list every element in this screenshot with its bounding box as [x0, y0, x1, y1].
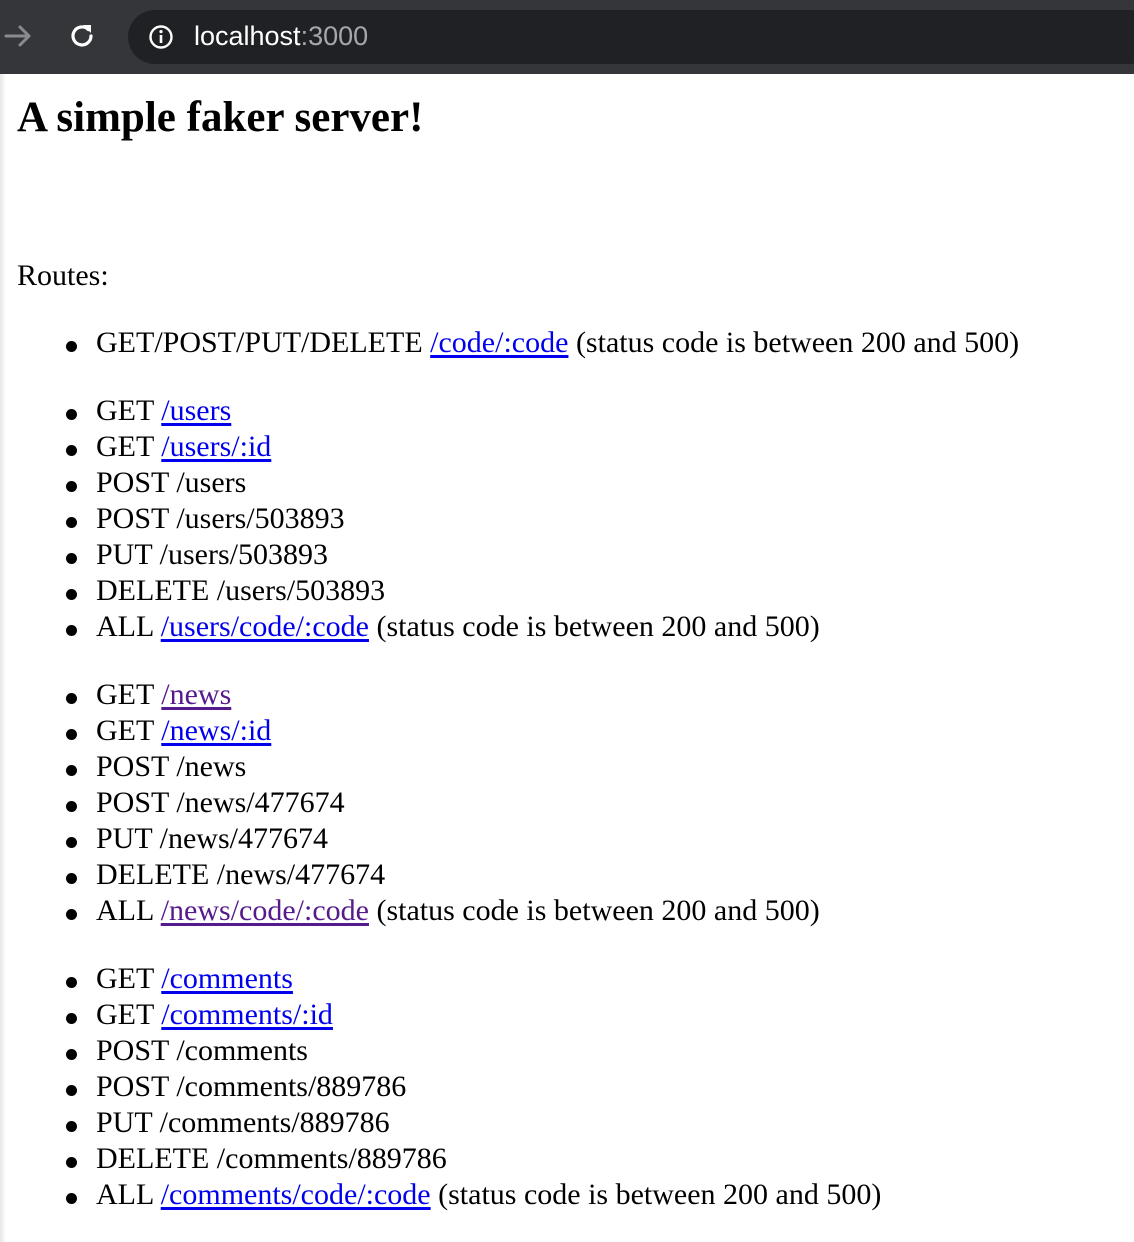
route-method: PUT /comments/889786	[96, 1106, 390, 1139]
route-note: (status code is between 200 and 500)	[568, 326, 1020, 359]
page-shadow-edge	[0, 74, 6, 1242]
route-item: GET /users/:id	[66, 429, 820, 465]
route-item: PUT /news/477674	[66, 821, 820, 857]
route-method: POST /news	[96, 750, 247, 783]
route-link[interactable]: /news/:id	[161, 714, 271, 747]
route-method: DELETE /users/503893	[96, 574, 386, 607]
route-item: GET/POST/PUT/DELETE /code/:code (status …	[65, 325, 1020, 361]
arrow-right-icon	[4, 25, 31, 47]
url-host: localhost	[194, 21, 301, 51]
forward-button[interactable]	[0, 18, 36, 54]
route-list-comments: GET /comments GET /comments/:id POST /comm…	[17, 961, 881, 1213]
route-method: DELETE /comments/889786	[96, 1142, 447, 1175]
route-item: ALL /comments/code/:code (status code is…	[65, 1177, 882, 1213]
page-title: A simple faker server!	[17, 94, 424, 141]
route-method: PUT /users/503893	[96, 538, 328, 571]
info-icon[interactable]	[148, 24, 174, 50]
route-link[interactable]: /news	[161, 678, 231, 711]
route-item: POST /news	[66, 749, 820, 785]
route-link[interactable]: /comments	[161, 962, 293, 995]
route-method: POST /users	[96, 466, 247, 499]
route-link[interactable]: /code/:code	[430, 326, 568, 359]
route-item: POST /users	[66, 465, 820, 501]
routes-label: Routes:	[17, 259, 109, 292]
route-method: PUT /news/477674	[96, 822, 328, 855]
route-method: POST /comments/889786	[96, 1070, 407, 1103]
route-link[interactable]: /users	[161, 394, 231, 427]
url-port: :3000	[300, 21, 369, 51]
route-method: ALL	[96, 610, 161, 643]
address-bar[interactable]: localhost:3000	[128, 10, 1134, 64]
route-item: PUT /comments/889786	[65, 1105, 881, 1141]
route-link[interactable]: /news/code/:code	[161, 894, 369, 927]
route-method: POST /users/503893	[96, 502, 345, 535]
browser-toolbar: localhost:3000	[0, 0, 1134, 74]
route-method: ALL	[96, 1178, 161, 1211]
reload-button[interactable]	[64, 18, 100, 54]
route-note: (status code is between 200 and 500)	[430, 1178, 882, 1211]
url-text[interactable]: localhost:3000	[194, 21, 368, 51]
route-method: GET/POST/PUT/DELETE	[96, 326, 431, 359]
route-item: DELETE /comments/889786	[65, 1141, 881, 1177]
route-method: POST /comments	[96, 1034, 308, 1067]
route-item: POST /comments	[65, 1033, 881, 1069]
route-method: GET	[96, 678, 162, 711]
route-list-news: GET /news GET /news/:id POST /news POST /ne…	[17, 677, 820, 929]
route-method: ALL	[96, 894, 161, 927]
route-item: GET /news/:id	[66, 713, 820, 749]
route-method: GET	[96, 430, 162, 463]
route-item: DELETE /news/477674	[66, 857, 820, 893]
route-item: ALL /news/code/:code (status code is bet…	[66, 893, 820, 929]
route-method: GET	[96, 962, 162, 995]
route-note: (status code is between 200 and 500)	[368, 610, 820, 643]
route-link[interactable]: /users/:id	[161, 430, 271, 463]
route-item: GET /news	[66, 677, 820, 713]
route-item: GET /users	[66, 393, 820, 429]
route-link[interactable]: /comments/:id	[161, 998, 333, 1031]
route-item: GET /comments	[65, 961, 881, 997]
route-item: POST /users/503893	[66, 501, 820, 537]
route-method: DELETE /news/477674	[96, 858, 386, 891]
route-item: POST /comments/889786	[65, 1069, 881, 1105]
route-link[interactable]: /users/code/:code	[161, 610, 369, 643]
route-item: POST /news/477674	[66, 785, 820, 821]
route-method: POST /news/477674	[96, 786, 345, 819]
route-note: (status code is between 200 and 500)	[368, 894, 820, 927]
route-item: ALL /users/code/:code (status code is be…	[66, 609, 820, 645]
route-item: GET /comments/:id	[65, 997, 881, 1033]
reload-icon	[71, 25, 93, 47]
route-list-code: GET/POST/PUT/DELETE /code/:code (status …	[17, 325, 1019, 361]
route-link[interactable]: /comments/code/:code	[161, 1178, 431, 1211]
route-item: DELETE /users/503893	[66, 573, 820, 609]
route-method: GET	[96, 394, 162, 427]
route-list-users: GET /users GET /users/:id POST /users POST …	[17, 393, 820, 645]
route-method: GET	[96, 714, 162, 747]
route-item: PUT /users/503893	[66, 537, 820, 573]
route-method: GET	[96, 998, 162, 1031]
